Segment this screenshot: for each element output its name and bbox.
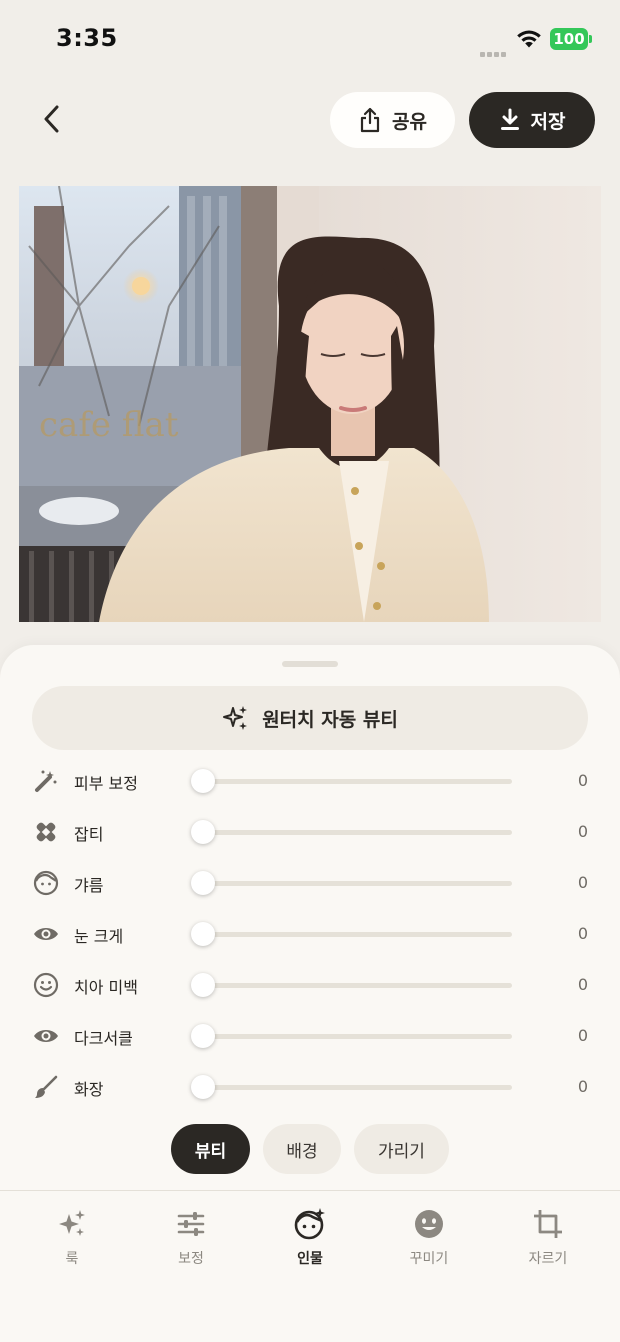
sliders-icon <box>174 1207 208 1241</box>
slider-label: 치아 미백 <box>74 978 138 997</box>
slider-value: 0 <box>577 822 588 841</box>
slider-knob[interactable] <box>191 1075 215 1099</box>
beauty-panel: 원터치 자동 뷰티 피부 보정 0 잡티 0 갸름 0 눈 크게 0 치아 미백… <box>0 645 620 1342</box>
slider-label: 피부 보정 <box>74 774 138 793</box>
nav-label: 보정 <box>178 1251 204 1267</box>
slider-value: 0 <box>577 1026 588 1045</box>
subtab-cover[interactable]: 가리기 <box>354 1124 449 1174</box>
slider-value: 0 <box>577 975 588 994</box>
slider-row-slim: 갸름 0 <box>0 863 620 903</box>
face-sparkle-icon <box>293 1207 327 1241</box>
share-label: 공유 <box>392 110 427 133</box>
nav-item-adjust[interactable]: 보정 <box>136 1205 246 1275</box>
slider-knob[interactable] <box>191 922 215 946</box>
eye-icon <box>32 920 60 948</box>
slider-knob[interactable] <box>191 769 215 793</box>
status-bar: 3:35 100 <box>0 0 620 80</box>
status-time: 3:35 <box>56 24 118 52</box>
download-icon <box>500 108 519 130</box>
slider-value: 0 <box>577 924 588 943</box>
face-slim-slider[interactable] <box>191 871 512 895</box>
share-icon <box>360 107 380 133</box>
slider-knob[interactable] <box>191 871 215 895</box>
subtab-background[interactable]: 배경 <box>263 1124 341 1174</box>
slider-value: 0 <box>577 873 588 892</box>
bottom-nav: 룩 보정 인물 꾸미기 자르기 <box>0 1205 620 1285</box>
magic-wand-icon <box>32 767 60 795</box>
makeup-slider[interactable] <box>191 1075 512 1099</box>
emoji-icon <box>412 1207 446 1241</box>
divider <box>0 1190 620 1191</box>
chevron-left-icon <box>44 105 59 133</box>
eye-enlarge-slider[interactable] <box>191 922 512 946</box>
nav-item-crop[interactable]: 자르기 <box>493 1205 603 1275</box>
nav-item-look[interactable]: 룩 <box>17 1205 127 1275</box>
sheet-drag-handle[interactable] <box>282 661 338 667</box>
slider-row-skin: 피부 보정 0 <box>0 761 620 801</box>
slider-label: 갸름 <box>74 876 104 895</box>
nav-label: 인물 <box>297 1251 323 1267</box>
slider-label: 화장 <box>74 1080 104 1099</box>
slider-row-makeup: 화장 0 <box>0 1067 620 1107</box>
dark-circle-slider[interactable] <box>191 1024 512 1048</box>
crop-icon <box>531 1207 565 1241</box>
bandage-icon <box>32 818 60 846</box>
slider-value: 0 <box>577 771 588 790</box>
svg-text:cafe flat: cafe flat <box>39 405 179 445</box>
slider-row-blemish: 잡티 0 <box>0 812 620 852</box>
slider-label: 눈 크게 <box>74 927 124 946</box>
slider-row-teeth: 치아 미백 0 <box>0 965 620 1005</box>
nav-label: 자르기 <box>528 1251 568 1267</box>
battery-indicator: 100 <box>550 28 592 50</box>
sparkles-icon <box>223 706 248 730</box>
slider-label: 잡티 <box>74 825 104 844</box>
slider-knob[interactable] <box>191 1024 215 1048</box>
blemish-slider[interactable] <box>191 820 512 844</box>
slider-row-eyes: 눈 크게 0 <box>0 914 620 954</box>
smile-icon <box>32 971 60 999</box>
slider-row-dark-circle: 다크서클 0 <box>0 1016 620 1056</box>
auto-beauty-label: 원터치 자동 뷰티 <box>262 708 398 731</box>
wifi-icon <box>517 30 541 48</box>
skin-smoothing-slider[interactable] <box>191 769 512 793</box>
sparkles-icon <box>55 1207 89 1241</box>
nav-label: 꾸미기 <box>409 1251 449 1267</box>
slider-value: 0 <box>577 1077 588 1096</box>
teeth-whitening-slider[interactable] <box>191 973 512 997</box>
beauty-subtabs: 뷰티 배경 가리기 <box>0 1124 620 1174</box>
slider-label: 다크서클 <box>74 1029 133 1048</box>
face-icon <box>32 869 60 897</box>
nav-item-decorate[interactable]: 꾸미기 <box>374 1205 484 1275</box>
subtab-beauty[interactable]: 뷰티 <box>171 1124 250 1174</box>
brush-icon <box>32 1073 60 1101</box>
auto-beauty-button[interactable]: 원터치 자동 뷰티 <box>32 686 588 750</box>
slider-knob[interactable] <box>191 820 215 844</box>
battery-level: 100 <box>550 28 588 50</box>
share-button[interactable]: 공유 <box>330 92 455 148</box>
save-label: 저장 <box>530 110 566 133</box>
save-button[interactable]: 저장 <box>469 92 595 148</box>
nav-label: 룩 <box>65 1251 79 1267</box>
edited-photo: cafe flat <box>19 186 601 622</box>
nav-item-portrait[interactable]: 인물 <box>255 1205 365 1275</box>
slider-knob[interactable] <box>191 973 215 997</box>
cellular-signal-icon <box>480 42 510 57</box>
back-button[interactable] <box>30 97 74 141</box>
eye-icon <box>32 1022 60 1050</box>
